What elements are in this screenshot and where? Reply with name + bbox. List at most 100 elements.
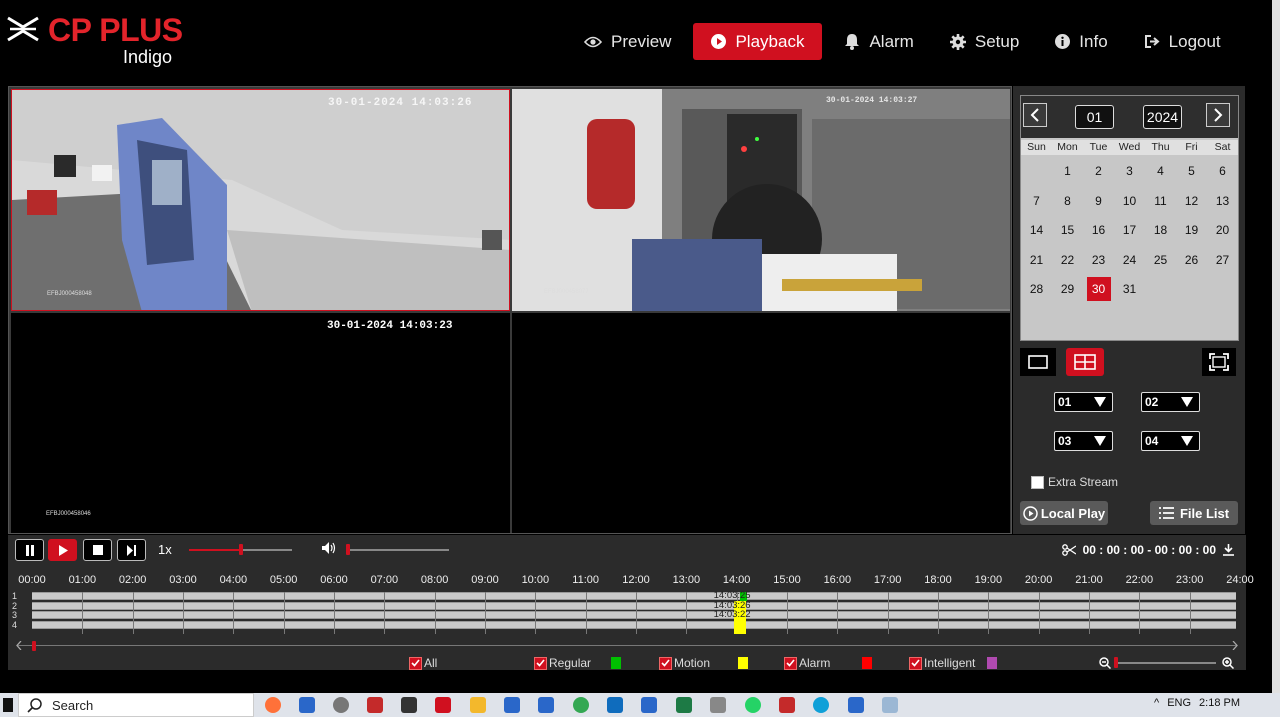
calendar-day[interactable]: 25 — [1149, 248, 1173, 272]
nav-alarm[interactable]: Alarm — [830, 23, 927, 60]
zoom-out-icon[interactable] — [1099, 657, 1111, 669]
volume-slider[interactable] — [346, 544, 449, 555]
zoom-in-icon[interactable] — [1222, 657, 1234, 669]
calendar-day[interactable]: 17 — [1118, 218, 1142, 242]
timeline-track[interactable] — [32, 601, 1236, 610]
stop-button[interactable] — [83, 539, 112, 561]
nav-playback[interactable]: Playback — [693, 23, 823, 60]
nav-info[interactable]: Info — [1041, 23, 1121, 60]
single-view-button[interactable] — [1020, 348, 1056, 376]
calendar-day[interactable]: 5 — [1180, 159, 1204, 183]
app-icon[interactable] — [367, 697, 383, 713]
legend-checkbox[interactable] — [409, 656, 422, 670]
playback-speed[interactable]: 1x — [158, 542, 172, 557]
nav-setup[interactable]: Setup — [936, 23, 1033, 60]
taskbar-search[interactable]: Search — [18, 693, 254, 717]
calendar-day[interactable]: 16 — [1087, 218, 1111, 242]
legend-checkbox[interactable] — [784, 656, 797, 670]
timeline-track[interactable] — [32, 611, 1236, 619]
calendar-day[interactable]: 22 — [1056, 248, 1080, 272]
timeline-scroll-handle[interactable] — [32, 641, 36, 651]
channel-select-3[interactable]: 03 — [1054, 431, 1113, 451]
windows-start-icon[interactable] — [3, 698, 13, 712]
calendar-day[interactable]: 15 — [1056, 218, 1080, 242]
calendar-day[interactable]: 3 — [1118, 159, 1142, 183]
calendar-day[interactable]: 11 — [1149, 189, 1173, 213]
edge-icon[interactable] — [813, 697, 829, 713]
next-frame-button[interactable] — [117, 539, 146, 561]
calendar-day[interactable]: 14 — [1025, 218, 1049, 242]
scroll-right-icon[interactable] — [1232, 641, 1238, 650]
nav-preview[interactable]: Preview — [570, 23, 685, 60]
channel-select-2[interactable]: 02 — [1141, 392, 1200, 412]
legend-checkbox[interactable] — [659, 656, 672, 670]
excel-icon[interactable] — [676, 697, 692, 713]
app-icon[interactable] — [401, 697, 417, 713]
zoom-handle[interactable] — [1114, 657, 1118, 668]
play-button[interactable] — [48, 539, 77, 561]
legend-all[interactable]: All — [409, 656, 437, 670]
local-play-button[interactable]: Local Play — [1020, 501, 1108, 525]
file-explorer-icon[interactable] — [470, 697, 486, 713]
calendar-day[interactable]: 12 — [1180, 189, 1204, 213]
input-language[interactable]: ENG — [1167, 697, 1191, 709]
calendar-day[interactable]: 28 — [1025, 277, 1049, 301]
calendar-day[interactable]: 13 — [1211, 189, 1235, 213]
chrome-icon[interactable] — [573, 697, 589, 713]
app-icon[interactable] — [779, 697, 795, 713]
prev-month-button[interactable] — [1023, 103, 1047, 127]
calendar-day[interactable]: 30 — [1086, 277, 1111, 301]
video-channel-3[interactable]: 30-01-2024 14:03:23 EFBJ000458046 — [11, 313, 510, 533]
calendar-day[interactable]: 27 — [1211, 248, 1235, 272]
video-channel-2[interactable]: 30-01-2024 14:03:27 EFBJ000458077 — [512, 89, 1010, 311]
legend-motion[interactable]: Motion — [659, 656, 749, 670]
legend-intelligent[interactable]: Intelligent — [909, 656, 998, 670]
timeline-tracks[interactable]: 1 2 3 4 14:03:25 14:03:26 14:03:22 — [12, 591, 1236, 634]
legend-checkbox[interactable] — [534, 656, 547, 670]
legend-checkbox[interactable] — [909, 656, 922, 670]
progress-slider[interactable] — [189, 544, 292, 555]
calendar-day[interactable]: 21 — [1025, 248, 1049, 272]
calendar-day[interactable]: 6 — [1211, 159, 1235, 183]
clock[interactable]: 2:18 PM — [1199, 697, 1240, 709]
legend-regular[interactable]: Regular — [534, 656, 622, 670]
calendar-day[interactable]: 4 — [1149, 159, 1173, 183]
timeline-track[interactable] — [32, 620, 1236, 629]
app-icon[interactable] — [538, 697, 554, 713]
calendar-day[interactable]: 8 — [1056, 189, 1080, 213]
outlook-icon[interactable] — [607, 697, 623, 713]
quad-view-button[interactable] — [1066, 348, 1104, 376]
extra-stream-checkbox[interactable] — [1031, 475, 1044, 489]
fullscreen-button[interactable] — [1202, 348, 1236, 376]
app-icon[interactable] — [299, 697, 315, 713]
video-channel-1[interactable]: 30-01-2024 14:03:26 EFBJ000458048 — [11, 89, 510, 311]
pause-button[interactable] — [15, 539, 44, 561]
video-channel-4[interactable] — [512, 313, 1010, 533]
notepad-icon[interactable] — [882, 697, 898, 713]
calendar-day[interactable]: 24 — [1118, 248, 1142, 272]
year-field[interactable]: 2024 — [1143, 105, 1182, 129]
calendar-day[interactable]: 19 — [1180, 218, 1204, 242]
extra-stream-option[interactable]: Extra Stream — [1031, 475, 1118, 489]
calendar-day[interactable]: 20 — [1211, 218, 1235, 242]
download-icon[interactable] — [1223, 544, 1234, 556]
volume-icon[interactable] — [322, 542, 338, 554]
timeline-track[interactable] — [32, 592, 1236, 600]
file-list-button[interactable]: File List — [1150, 501, 1238, 525]
app-icon[interactable] — [641, 697, 657, 713]
timeline-scrollbar[interactable] — [18, 645, 1236, 646]
volume-handle[interactable] — [346, 544, 350, 555]
calendar-day[interactable]: 26 — [1180, 248, 1204, 272]
app-icon[interactable] — [333, 697, 349, 713]
calendar-day[interactable]: 31 — [1118, 277, 1142, 301]
chevron-up-icon[interactable]: ^ — [1154, 697, 1159, 709]
progress-handle[interactable] — [238, 544, 243, 555]
calendar-day[interactable]: 2 — [1087, 159, 1111, 183]
calendar-day[interactable]: 7 — [1025, 189, 1049, 213]
calendar-day[interactable]: 9 — [1087, 189, 1111, 213]
calendar-day[interactable]: 23 — [1087, 248, 1111, 272]
next-month-button[interactable] — [1206, 103, 1230, 127]
app-icon[interactable] — [710, 697, 726, 713]
calendar-day[interactable]: 1 — [1056, 159, 1080, 183]
month-field[interactable]: 01 — [1075, 105, 1114, 129]
